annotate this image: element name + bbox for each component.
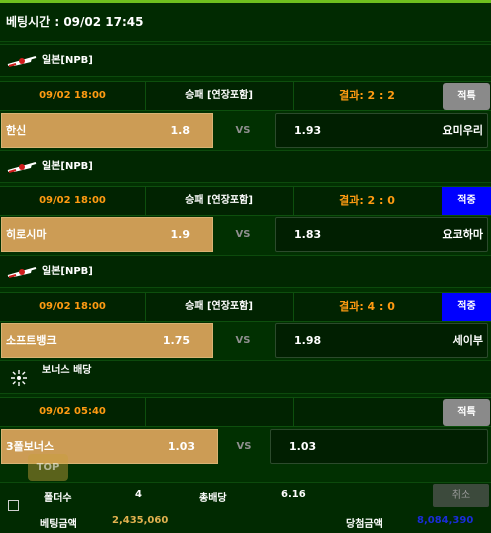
- home-odds-button[interactable]: 히로시마 1.9: [1, 217, 213, 252]
- away-odd-value: 1.98: [294, 334, 322, 347]
- away-team-name: 요미우리: [442, 124, 483, 137]
- match-result: [293, 398, 441, 426]
- fold-count-label: 폴더수: [44, 493, 72, 504]
- match-result: 결과: 2 : 2: [339, 89, 395, 102]
- home-odd-value: 1.8: [170, 124, 191, 137]
- match-time: 09/02 18:00: [0, 82, 146, 110]
- market-type: 승패 [연장포함]: [145, 293, 294, 321]
- japan-flag-icon: [7, 162, 37, 173]
- league-name: 보너스 배당: [42, 365, 92, 376]
- vs-label: VS: [235, 125, 251, 136]
- home-odd-value: 1.03: [167, 440, 195, 453]
- cancel-button[interactable]: 취소: [433, 484, 489, 507]
- odds-row: 한신 1.8 VS 1.93 요미우리: [0, 113, 491, 148]
- home-odd-value: 1.75: [162, 334, 190, 347]
- status-badge: 적특: [443, 83, 490, 110]
- home-team-name: 소프트뱅크: [6, 334, 57, 347]
- total-odds-value: 6.16: [281, 489, 306, 500]
- market-type: [145, 398, 294, 426]
- away-odd-value: 1.83: [294, 228, 322, 241]
- away-odds-button[interactable]: 1.03: [270, 429, 488, 464]
- away-odds-button[interactable]: 1.93 요미우리: [275, 113, 488, 148]
- league-name: 일본[NPB]: [42, 161, 93, 172]
- bet-amount-value: 2,435,060: [112, 515, 169, 526]
- market-type: 승패 [연장포함]: [145, 187, 294, 215]
- league-header: 일본[NPB]: [0, 150, 491, 183]
- match-time: 09/02 18:00: [0, 187, 146, 215]
- vs-label: VS: [235, 229, 251, 240]
- vs-label: VS: [236, 441, 252, 452]
- match-info-row: 09/02 18:00 승패 [연장포함] 결과: 2 : 0 적중: [0, 186, 491, 216]
- home-odds-button[interactable]: 한신 1.8: [1, 113, 213, 148]
- bet-summary-row: [0, 482, 491, 509]
- league-name: 일본[NPB]: [42, 266, 93, 277]
- league-header: 일본[NPB]: [0, 44, 491, 77]
- status-badge: 적특: [443, 399, 490, 426]
- away-team-name: 세이부: [452, 334, 483, 347]
- odds-row: 소프트뱅크 1.75 VS 1.98 세이부: [0, 323, 491, 358]
- sparkle-icon: [11, 370, 27, 386]
- match-info-row: 09/02 18:00 승패 [연장포함] 결과: 2 : 2 적특: [0, 81, 491, 111]
- home-odd-value: 1.9: [170, 228, 191, 241]
- bet-amount-label: 베팅금액: [40, 519, 77, 530]
- away-odds-button[interactable]: 1.83 요코하마: [275, 217, 488, 252]
- bet-time-header: 베팅시간 : 09/02 17:45: [0, 3, 491, 42]
- home-odds-button[interactable]: 소프트뱅크 1.75: [1, 323, 213, 358]
- match-result: 결과: 2 : 0: [339, 194, 395, 207]
- japan-flag-icon: [7, 267, 37, 278]
- league-name: 일본[NPB]: [42, 55, 93, 66]
- status-badge: 적중: [442, 187, 491, 215]
- japan-flag-icon: [7, 56, 37, 67]
- league-header: 일본[NPB]: [0, 255, 491, 288]
- home-team-name: 한신: [6, 124, 27, 137]
- win-amount-label: 당첨금액: [346, 519, 383, 530]
- match-info-row: 09/02 18:00 승패 [연장포함] 결과: 4 : 0 적중: [0, 292, 491, 322]
- match-time: 09/02 18:00: [0, 293, 146, 321]
- status-badge: 적중: [442, 293, 491, 321]
- away-team-name: 요코하마: [442, 228, 483, 241]
- market-type: 승패 [연장포함]: [145, 82, 294, 110]
- match-time: 09/02 05:40: [0, 398, 146, 426]
- away-odd-value: 1.93: [294, 124, 322, 137]
- home-team-name: 히로시마: [6, 228, 47, 241]
- odds-row: 3폴보너스 1.03 VS 1.03: [0, 429, 491, 464]
- total-odds-label: 총배당: [199, 493, 227, 504]
- league-header: 보너스 배당: [0, 360, 491, 394]
- win-amount-value: 8,084,390: [417, 515, 474, 526]
- away-odd-value: 1.03: [289, 440, 317, 453]
- fold-count-value: 4: [135, 489, 142, 500]
- select-checkbox[interactable]: [8, 500, 19, 511]
- match-info-row: 09/02 05:40 적특: [0, 397, 491, 427]
- scroll-top-button[interactable]: TOP: [28, 454, 68, 481]
- match-result: 결과: 4 : 0: [339, 300, 395, 313]
- vs-label: VS: [235, 335, 251, 346]
- odds-row: 히로시마 1.9 VS 1.83 요코하마: [0, 217, 491, 252]
- away-odds-button[interactable]: 1.98 세이부: [275, 323, 488, 358]
